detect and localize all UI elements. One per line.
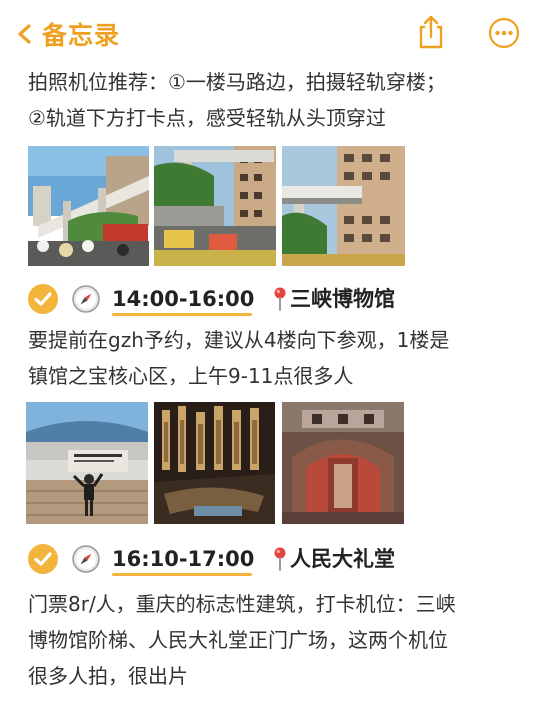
text-line: 很多人拍，很出片 [28,664,188,688]
stop-1-description: 要提前在gzh予约，建议从4楼向下参观，1楼是 镇馆之宝核心区，上午9-11点很… [28,322,518,394]
time-underline [112,573,252,576]
text-line: 镇馆之宝核心区，上午9-11点很多人 [28,364,354,388]
light-rail-through-building-photo[interactable] [28,146,149,266]
pushpin-icon [274,287,286,311]
text-line: ②轨道下方打卡点，感受轻轨从头顶穿过 [28,106,386,130]
time-range: 16:10-17:00 [112,547,255,571]
compass-icon [72,545,100,573]
place-name: 人民大礼堂 [290,547,395,571]
share-icon [419,15,443,49]
text-line: 门票8r/人，重庆的标志性建筑，打卡机位：三峡 [28,592,456,616]
itinerary-stop-1: 14:00-16:00 三峡博物馆 [28,284,518,316]
text-line: 拍照机位推荐：①一楼马路边，拍摄轻轨穿楼； [28,70,446,94]
compass-icon [72,285,100,313]
museum-cave-relic-photo[interactable] [282,402,404,524]
chevron-left-icon [18,24,31,44]
pushpin-icon [274,547,286,571]
stop-2-description: 门票8r/人，重庆的标志性建筑，打卡机位：三峡 博物馆阶梯、人民大礼堂正门广场，… [28,586,518,694]
light-rail-building-closeup-photo[interactable] [282,146,405,266]
time-range: 14:00-16:00 [112,287,255,311]
museum-entrance-photo[interactable] [26,402,148,524]
back-label: 备忘录 [42,21,121,50]
back-button[interactable]: 备忘录 [14,14,120,54]
place-name: 三峡博物馆 [290,287,395,311]
light-rail-street-photo[interactable] [154,146,276,266]
text-line: 博物馆阶梯、人民大礼堂正门广场，这两个机位 [28,628,448,652]
checkmark-circle-icon [28,284,58,314]
text-line: 要提前在gzh予约，建议从4楼向下参观，1楼是 [28,328,450,352]
itinerary-stop-2: 16:10-17:00 人民大礼堂 [28,544,518,576]
share-button[interactable] [414,14,448,50]
more-icon [488,17,520,49]
navigation-bar: 备忘录 [0,0,540,66]
checkmark-circle-icon [28,544,58,574]
museum-exhibit-hall-photo[interactable] [154,402,275,524]
more-options-button[interactable] [488,17,520,49]
time-underline [112,313,252,316]
photo-spot-tips: 拍照机位推荐：①一楼马路边，拍摄轻轨穿楼； ②轨道下方打卡点，感受轻轨从头顶穿过 [28,64,518,136]
